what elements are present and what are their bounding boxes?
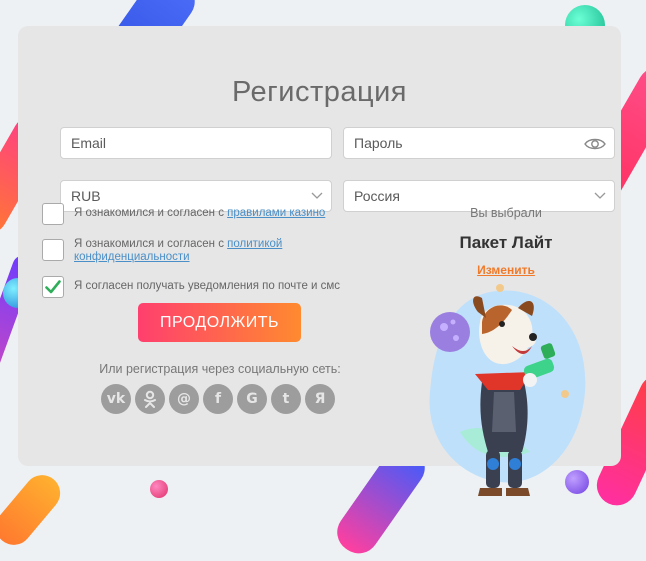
mailru-icon[interactable]: @	[169, 384, 199, 414]
checkbox-row-notifications: Я согласен получать уведомления по почте…	[42, 276, 340, 298]
password-input[interactable]	[354, 135, 604, 151]
checkbox-text: Я ознакомился и согласен с	[74, 207, 228, 219]
email-field[interactable]	[60, 127, 332, 159]
privacy-label: Я ознакомился и согласен с политикой кон…	[74, 238, 334, 264]
page-title: Регистрация	[231, 76, 408, 108]
change-package-link[interactable]: Изменить	[430, 263, 582, 277]
checkmark-icon	[45, 280, 61, 294]
casino-rules-checkbox[interactable]	[42, 203, 64, 225]
password-field[interactable]	[343, 127, 615, 159]
casino-rules-link[interactable]: правилами казино	[227, 207, 325, 219]
notifications-checkbox[interactable]	[42, 276, 64, 298]
decor-stripe	[0, 467, 68, 553]
social-login-note: Или регистрация через социальную сеть:	[99, 362, 341, 376]
email-input[interactable]	[71, 135, 321, 151]
facebook-icon[interactable]: f	[203, 384, 233, 414]
chosen-package-label: Вы выбрали	[470, 206, 542, 220]
country-value: Россия	[354, 188, 400, 204]
vk-icon[interactable]: vk	[101, 384, 131, 414]
privacy-checkbox[interactable]	[42, 239, 64, 261]
social-login-buttons: vk @ f G t Я	[101, 384, 335, 414]
checkbox-row-privacy: Я ознакомился и согласен с политикой кон…	[42, 238, 334, 264]
package-name: Пакет Лайт	[459, 233, 553, 252]
notifications-label: Я согласен получать уведомления по почте…	[74, 280, 341, 292]
currency-value: RUB	[71, 188, 101, 204]
chevron-down-icon	[311, 192, 323, 199]
eye-icon[interactable]	[584, 136, 606, 152]
casino-rules-label: Я ознакомился и согласен с правилами каз…	[74, 207, 325, 220]
yandex-icon[interactable]: Я	[305, 384, 335, 414]
decor-ball	[150, 480, 168, 498]
checkbox-text: Я ознакомился и согласен с	[74, 238, 228, 250]
chevron-down-icon	[594, 192, 606, 199]
twitter-icon[interactable]: t	[271, 384, 301, 414]
odnoklassniki-icon[interactable]	[135, 384, 165, 414]
dog-mascot-illustration	[429, 284, 586, 496]
checkbox-row-casino-rules: Я ознакомился и согласен с правилами каз…	[42, 203, 325, 225]
continue-button[interactable]: ПРОДОЛЖИТЬ	[138, 303, 301, 342]
google-icon[interactable]: G	[237, 384, 267, 414]
